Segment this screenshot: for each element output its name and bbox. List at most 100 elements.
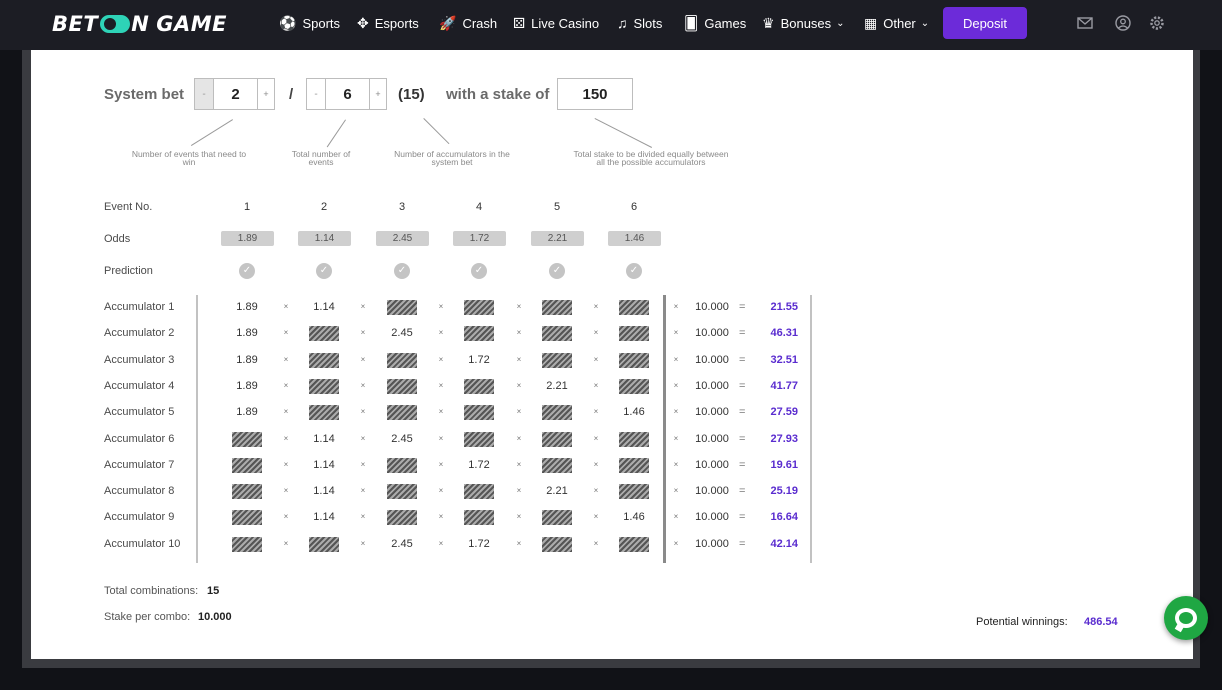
prediction-check-icon[interactable]: ✓ — [626, 263, 642, 279]
total-events-plus-button[interactable]: + — [369, 79, 386, 109]
prediction-check-icon[interactable]: ✓ — [471, 263, 487, 279]
accumulator-stake: 10.000 — [695, 458, 729, 471]
accumulator-result: 19.61 — [770, 458, 798, 471]
multiply-sign: × — [438, 302, 444, 311]
mail-icon[interactable] — [1076, 14, 1094, 32]
total-events-minus-button[interactable]: - — [307, 79, 326, 109]
prediction-check-icon[interactable]: ✓ — [239, 263, 255, 279]
excluded-event-hatch — [464, 510, 494, 526]
multiply-sign: × — [593, 380, 599, 390]
nav-item-esports[interactable]: ✥ Esports — [357, 0, 419, 46]
multiply-sign: × — [516, 459, 522, 469]
odds-box[interactable]: 2.21 — [531, 231, 584, 246]
accumulator-label: Accumulator 4 — [104, 379, 175, 392]
nav-item-label: Live Casino — [531, 15, 600, 31]
user-icon[interactable] — [1114, 14, 1132, 32]
gear-icon[interactable] — [1148, 14, 1166, 32]
nav-item-other[interactable]: ▦ Other ⌄ — [864, 0, 929, 46]
multiply-sign: × — [283, 433, 289, 443]
hint-events-to-win: Number of events that need to win — [131, 149, 247, 167]
top-navbar: BET N GAME ⚽ Sports ✥ Esports 🚀 Crash ⚄ Live Ca… — [0, 0, 1222, 50]
multiply-sign: × — [673, 328, 679, 338]
deposit-button[interactable]: Deposit — [943, 7, 1027, 39]
multiply-sign: × — [673, 407, 679, 417]
accumulator-odd: 1.46 — [623, 511, 645, 524]
accumulator-odd: 1.46 — [623, 406, 645, 419]
accumulator-odd: 1.89 — [236, 327, 258, 340]
excluded-event-hatch — [542, 300, 572, 315]
multiply-sign: × — [593, 354, 599, 364]
multiply-sign: × — [438, 486, 444, 496]
nav-item-live-casino[interactable]: ⚄ Live Casino — [513, 0, 599, 46]
events-to-win-plus-button[interactable]: + — [257, 79, 274, 109]
accumulator-result: 21.55 — [770, 301, 798, 313]
accumulator-stake: 10.000 — [695, 537, 729, 550]
rocket-icon: 🚀 — [439, 14, 457, 31]
odds-box[interactable]: 1.46 — [608, 231, 661, 246]
multiply-sign: × — [360, 459, 366, 469]
soccer-ball-icon: ⚽ — [279, 14, 297, 31]
nav-item-label: Bonuses — [780, 15, 832, 31]
accumulator-odd: 1.89 — [236, 379, 258, 392]
equals-sign: = — [739, 353, 746, 366]
excluded-event-hatch — [464, 431, 494, 447]
odds-box[interactable]: 1.14 — [298, 231, 351, 246]
nav-item-label: Sports — [302, 15, 341, 31]
total-events-value[interactable]: 6 — [326, 79, 369, 109]
multiply-sign: × — [516, 354, 522, 364]
accumulator-odd: 1.14 — [313, 301, 335, 313]
odds-box[interactable]: 1.72 — [453, 231, 506, 246]
nav-item-label: Crash — [462, 15, 498, 31]
nav-item-bonuses[interactable]: ♛ Bonuses ⌄ — [762, 0, 845, 46]
stake-input[interactable]: 150 — [557, 78, 633, 110]
equals-sign: = — [739, 432, 746, 445]
grid-icon: ▦ — [864, 14, 878, 31]
multiply-sign: × — [516, 407, 522, 417]
event-number: 6 — [630, 201, 638, 213]
nav-item-crash[interactable]: 🚀 Crash — [439, 0, 497, 46]
accumulator-odd: 1.72 — [468, 353, 490, 366]
events-to-win-minus-button[interactable]: - — [195, 79, 214, 109]
stake-label: with a stake of — [446, 86, 550, 103]
multiply-sign: × — [516, 512, 522, 522]
multiply-sign: × — [516, 302, 522, 311]
excluded-event-hatch — [542, 352, 572, 368]
nav-item-label: Esports — [374, 15, 419, 31]
multiply-sign: × — [360, 512, 366, 522]
excluded-event-hatch — [232, 457, 262, 473]
equals-sign: = — [739, 511, 746, 524]
excluded-event-hatch — [387, 510, 417, 526]
accumulator-label: Accumulator 9 — [104, 511, 175, 524]
odds-box[interactable]: 2.45 — [376, 231, 429, 246]
multiply-sign: × — [593, 459, 599, 469]
multiply-sign: × — [593, 486, 599, 496]
odds-label: Odds — [104, 233, 131, 245]
prediction-check-icon[interactable]: ✓ — [316, 263, 332, 279]
multiply-sign: × — [673, 433, 679, 443]
multiply-sign: × — [673, 354, 679, 364]
logo-text-game: GAME — [156, 12, 227, 36]
multiply-sign: × — [360, 433, 366, 443]
nav-item-slots[interactable]: ♫ Slots — [617, 0, 662, 46]
nav-item-sports[interactable]: ⚽ Sports — [279, 0, 340, 46]
accumulator-stake: 10.000 — [695, 432, 729, 445]
nav-item-games[interactable]: 🂠 Games — [684, 0, 746, 46]
accumulator-stake: 10.000 — [695, 511, 729, 524]
betongame-logo[interactable]: BET N GAME — [52, 10, 227, 38]
excluded-event-hatch — [464, 484, 494, 500]
event-no-label: Event No. — [104, 201, 153, 213]
prediction-check-icon[interactable]: ✓ — [394, 263, 410, 279]
total-events-stepper: - 6 + — [306, 78, 387, 110]
events-to-win-value[interactable]: 2 — [214, 79, 257, 109]
multiply-sign: × — [438, 328, 444, 338]
odds-box[interactable]: 1.89 — [221, 231, 274, 246]
accumulator-odd: 1.89 — [236, 406, 258, 419]
multiply-sign: × — [516, 486, 522, 496]
live-chat-button[interactable] — [1164, 596, 1208, 640]
prediction-check-icon[interactable]: ✓ — [549, 263, 565, 279]
excluded-event-hatch — [619, 457, 649, 473]
multiply-sign: × — [438, 380, 444, 390]
accumulator-odd: 1.14 — [313, 458, 335, 471]
multiply-sign: × — [673, 459, 679, 469]
accumulator-result: 16.64 — [770, 511, 798, 524]
